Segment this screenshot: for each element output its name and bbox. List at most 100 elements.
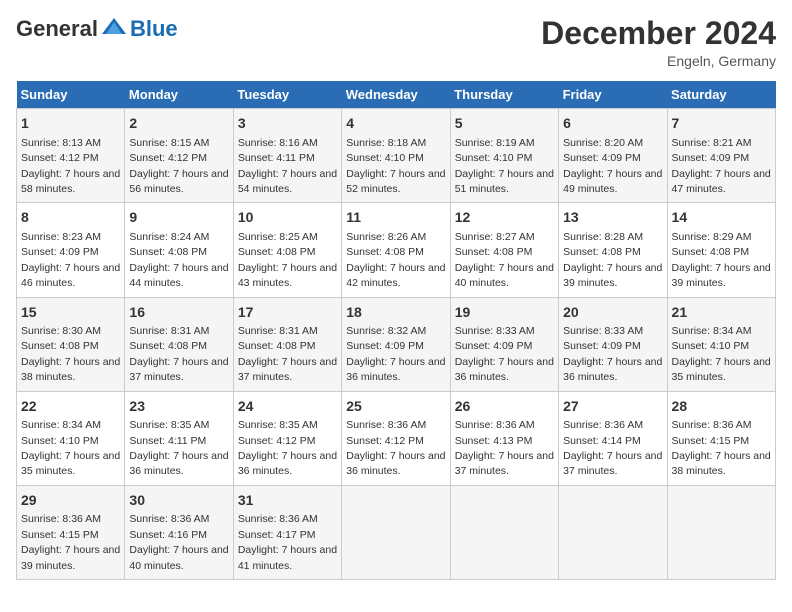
day-number: 3 xyxy=(238,114,337,134)
calendar-cell: 21Sunrise: 8:34 AMSunset: 4:10 PMDayligh… xyxy=(667,297,775,391)
calendar-cell: 3 Sunrise: 8:16 AMSunset: 4:11 PMDaylight… xyxy=(233,109,341,203)
day-number: 12 xyxy=(455,208,554,228)
day-number: 2 xyxy=(129,114,228,134)
day-info: Sunrise: 8:16 AMSunset: 4:11 PMDaylight:… xyxy=(238,137,337,195)
day-info: Sunrise: 8:33 AMSunset: 4:09 PMDaylight:… xyxy=(455,325,554,383)
calendar-cell xyxy=(450,485,558,579)
day-number: 19 xyxy=(455,303,554,323)
day-info: Sunrise: 8:23 AMSunset: 4:09 PMDaylight:… xyxy=(21,231,120,289)
day-info: Sunrise: 8:25 AMSunset: 4:08 PMDaylight:… xyxy=(238,231,337,289)
day-number: 21 xyxy=(672,303,771,323)
calendar-cell: 2 Sunrise: 8:15 AMSunset: 4:12 PMDaylight… xyxy=(125,109,233,203)
day-info: Sunrise: 8:20 AMSunset: 4:09 PMDaylight:… xyxy=(563,137,662,195)
calendar-cell: 26Sunrise: 8:36 AMSunset: 4:13 PMDayligh… xyxy=(450,391,558,485)
logo: General Blue xyxy=(16,16,178,42)
day-info: Sunrise: 8:33 AMSunset: 4:09 PMDaylight:… xyxy=(563,325,662,383)
col-thursday: Thursday xyxy=(450,81,558,109)
main-title: December 2024 xyxy=(541,16,776,51)
col-monday: Monday xyxy=(125,81,233,109)
calendar-cell: 8 Sunrise: 8:23 AMSunset: 4:09 PMDaylight… xyxy=(17,203,125,297)
day-info: Sunrise: 8:24 AMSunset: 4:08 PMDaylight:… xyxy=(129,231,228,289)
day-number: 31 xyxy=(238,491,337,511)
header-row: Sunday Monday Tuesday Wednesday Thursday… xyxy=(17,81,776,109)
col-saturday: Saturday xyxy=(667,81,775,109)
calendar-cell xyxy=(667,485,775,579)
day-number: 17 xyxy=(238,303,337,323)
day-info: Sunrise: 8:27 AMSunset: 4:08 PMDaylight:… xyxy=(455,231,554,289)
calendar-cell: 1 Sunrise: 8:13 AMSunset: 4:12 PMDaylight… xyxy=(17,109,125,203)
day-number: 30 xyxy=(129,491,228,511)
day-info: Sunrise: 8:29 AMSunset: 4:08 PMDaylight:… xyxy=(672,231,771,289)
title-area: December 2024 Engeln, Germany xyxy=(541,16,776,69)
day-number: 8 xyxy=(21,208,120,228)
calendar-cell: 16Sunrise: 8:31 AMSunset: 4:08 PMDayligh… xyxy=(125,297,233,391)
day-number: 6 xyxy=(563,114,662,134)
day-info: Sunrise: 8:30 AMSunset: 4:08 PMDaylight:… xyxy=(21,325,120,383)
day-info: Sunrise: 8:36 AMSunset: 4:15 PMDaylight:… xyxy=(21,513,120,571)
day-number: 9 xyxy=(129,208,228,228)
day-number: 14 xyxy=(672,208,771,228)
calendar-cell: 23Sunrise: 8:35 AMSunset: 4:11 PMDayligh… xyxy=(125,391,233,485)
day-info: Sunrise: 8:13 AMSunset: 4:12 PMDaylight:… xyxy=(21,137,120,195)
week-row-3: 15Sunrise: 8:30 AMSunset: 4:08 PMDayligh… xyxy=(17,297,776,391)
day-number: 1 xyxy=(21,114,120,134)
col-wednesday: Wednesday xyxy=(342,81,450,109)
day-info: Sunrise: 8:15 AMSunset: 4:12 PMDaylight:… xyxy=(129,137,228,195)
calendar-cell: 24Sunrise: 8:35 AMSunset: 4:12 PMDayligh… xyxy=(233,391,341,485)
calendar-cell: 15Sunrise: 8:30 AMSunset: 4:08 PMDayligh… xyxy=(17,297,125,391)
day-number: 4 xyxy=(346,114,445,134)
day-number: 18 xyxy=(346,303,445,323)
calendar-cell: 18Sunrise: 8:32 AMSunset: 4:09 PMDayligh… xyxy=(342,297,450,391)
logo-blue-text: Blue xyxy=(130,16,178,42)
calendar-cell: 7Sunrise: 8:21 AMSunset: 4:09 PMDaylight… xyxy=(667,109,775,203)
calendar-cell: 27Sunrise: 8:36 AMSunset: 4:14 PMDayligh… xyxy=(559,391,667,485)
day-info: Sunrise: 8:31 AMSunset: 4:08 PMDaylight:… xyxy=(238,325,337,383)
calendar-cell: 30Sunrise: 8:36 AMSunset: 4:16 PMDayligh… xyxy=(125,485,233,579)
calendar-cell: 25Sunrise: 8:36 AMSunset: 4:12 PMDayligh… xyxy=(342,391,450,485)
calendar-cell: 22Sunrise: 8:34 AMSunset: 4:10 PMDayligh… xyxy=(17,391,125,485)
col-tuesday: Tuesday xyxy=(233,81,341,109)
day-number: 13 xyxy=(563,208,662,228)
calendar-table: Sunday Monday Tuesday Wednesday Thursday… xyxy=(16,81,776,580)
day-info: Sunrise: 8:35 AMSunset: 4:12 PMDaylight:… xyxy=(238,419,337,477)
day-info: Sunrise: 8:35 AMSunset: 4:11 PMDaylight:… xyxy=(129,419,228,477)
day-number: 24 xyxy=(238,397,337,417)
logo-general-text: General xyxy=(16,16,98,42)
calendar-cell: 19Sunrise: 8:33 AMSunset: 4:09 PMDayligh… xyxy=(450,297,558,391)
day-number: 16 xyxy=(129,303,228,323)
day-info: Sunrise: 8:18 AMSunset: 4:10 PMDaylight:… xyxy=(346,137,445,195)
calendar-cell: 17Sunrise: 8:31 AMSunset: 4:08 PMDayligh… xyxy=(233,297,341,391)
calendar-cell xyxy=(342,485,450,579)
calendar-cell: 6 Sunrise: 8:20 AMSunset: 4:09 PMDaylight… xyxy=(559,109,667,203)
week-row-2: 8 Sunrise: 8:23 AMSunset: 4:09 PMDaylight… xyxy=(17,203,776,297)
day-info: Sunrise: 8:19 AMSunset: 4:10 PMDaylight:… xyxy=(455,137,554,195)
day-info: Sunrise: 8:36 AMSunset: 4:14 PMDaylight:… xyxy=(563,419,662,477)
day-number: 25 xyxy=(346,397,445,417)
day-number: 11 xyxy=(346,208,445,228)
subtitle: Engeln, Germany xyxy=(541,53,776,69)
calendar-cell: 14 Sunrise: 8:29 AMSunset: 4:08 PMDayligh… xyxy=(667,203,775,297)
day-info: Sunrise: 8:36 AMSunset: 4:17 PMDaylight:… xyxy=(238,513,337,571)
day-info: Sunrise: 8:21 AMSunset: 4:09 PMDaylight:… xyxy=(672,137,771,195)
calendar-cell: 9 Sunrise: 8:24 AMSunset: 4:08 PMDaylight… xyxy=(125,203,233,297)
calendar-cell: 10Sunrise: 8:25 AMSunset: 4:08 PMDayligh… xyxy=(233,203,341,297)
col-friday: Friday xyxy=(559,81,667,109)
day-number: 22 xyxy=(21,397,120,417)
calendar-cell: 28Sunrise: 8:36 AMSunset: 4:15 PMDayligh… xyxy=(667,391,775,485)
col-sunday: Sunday xyxy=(17,81,125,109)
logo-icon xyxy=(100,16,128,38)
calendar-cell: 12 Sunrise: 8:27 AMSunset: 4:08 PMDayligh… xyxy=(450,203,558,297)
calendar-cell xyxy=(559,485,667,579)
week-row-5: 29Sunrise: 8:36 AMSunset: 4:15 PMDayligh… xyxy=(17,485,776,579)
day-info: Sunrise: 8:36 AMSunset: 4:13 PMDaylight:… xyxy=(455,419,554,477)
day-info: Sunrise: 8:32 AMSunset: 4:09 PMDaylight:… xyxy=(346,325,445,383)
calendar-cell: 29Sunrise: 8:36 AMSunset: 4:15 PMDayligh… xyxy=(17,485,125,579)
day-info: Sunrise: 8:34 AMSunset: 4:10 PMDaylight:… xyxy=(21,419,120,477)
day-number: 27 xyxy=(563,397,662,417)
day-info: Sunrise: 8:26 AMSunset: 4:08 PMDaylight:… xyxy=(346,231,445,289)
day-number: 23 xyxy=(129,397,228,417)
day-info: Sunrise: 8:28 AMSunset: 4:08 PMDaylight:… xyxy=(563,231,662,289)
page-header: General Blue December 2024 Engeln, Germa… xyxy=(16,16,776,69)
calendar-cell: 5Sunrise: 8:19 AMSunset: 4:10 PMDaylight… xyxy=(450,109,558,203)
day-number: 29 xyxy=(21,491,120,511)
